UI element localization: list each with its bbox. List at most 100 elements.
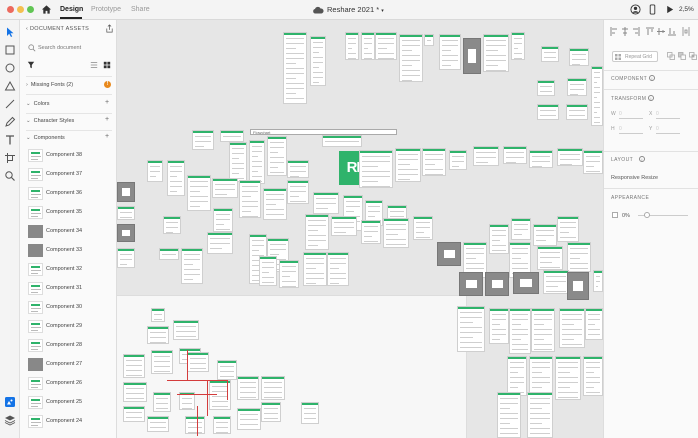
opacity-slider-knob[interactable]	[644, 212, 650, 218]
flowchart-node[interactable]	[301, 402, 319, 424]
artboard-thumbnail[interactable]	[117, 206, 135, 220]
minimize-window-button[interactable]	[17, 6, 24, 13]
tab-design[interactable]: Design	[60, 6, 83, 13]
component-item[interactable]: Component 29	[26, 318, 112, 335]
artboard-thumbnail[interactable]	[305, 214, 329, 250]
component-item[interactable]: Component 36	[26, 185, 112, 202]
boolean-add-icon[interactable]	[667, 52, 675, 60]
flowchart-node[interactable]	[147, 326, 169, 344]
artboard-thumbnail[interactable]	[287, 180, 309, 204]
flowchart-node[interactable]	[173, 320, 199, 340]
boolean-subtract-icon[interactable]	[678, 52, 686, 60]
export-icon[interactable]	[105, 24, 114, 33]
y-field[interactable]	[656, 133, 680, 134]
artboard-thumbnail[interactable]	[413, 216, 433, 240]
component-item[interactable]: Component 30	[26, 299, 112, 316]
section-missing-fonts[interactable]: › Missing Fonts (2)	[26, 82, 73, 88]
artboard-thumbnail[interactable]	[473, 146, 499, 166]
artboard-thumbnail[interactable]	[327, 252, 349, 286]
artboard-thumbnail[interactable]	[569, 48, 589, 66]
section-components[interactable]: ⌄ Components	[26, 135, 65, 141]
artboard-thumbnail[interactable]	[543, 270, 569, 294]
component-item[interactable]: Component 34	[26, 223, 112, 240]
add-character-style-button[interactable]: +	[105, 116, 109, 123]
artboard-thumbnail[interactable]	[541, 46, 559, 62]
artboard-thumbnail[interactable]	[361, 220, 381, 244]
artboard-thumbnail[interactable]	[167, 160, 185, 196]
flowchart-node[interactable]	[123, 382, 147, 402]
artboard-thumbnail[interactable]	[567, 272, 589, 300]
artboard-thumbnail[interactable]	[361, 32, 375, 60]
opacity-checkbox[interactable]	[612, 212, 618, 218]
artboard-thumbnail[interactable]	[181, 248, 203, 284]
add-color-button[interactable]: +	[105, 99, 109, 106]
flowchart-node[interactable]	[261, 402, 281, 422]
artboard-thumbnail[interactable]	[345, 32, 359, 60]
artboard-thumbnail[interactable]	[533, 224, 557, 246]
component-item[interactable]: Component 35	[26, 204, 112, 221]
artboard-thumbnail[interactable]	[283, 32, 307, 104]
artboard-thumbnail[interactable]	[212, 178, 238, 198]
artboard-thumbnail[interactable]	[537, 246, 563, 270]
home-icon[interactable]	[41, 4, 52, 15]
artboard-thumbnail[interactable]	[566, 104, 588, 120]
artboard-thumbnail[interactable]	[459, 272, 483, 296]
artboard-thumbnail[interactable]	[331, 216, 357, 236]
component-item[interactable]: Component 32	[26, 261, 112, 278]
section-character-styles[interactable]: ⌄ Character Styles	[26, 118, 74, 124]
align-top-icon[interactable]	[646, 27, 654, 36]
zoom-level[interactable]: 2,5%	[679, 6, 694, 13]
info-icon[interactable]: i	[649, 75, 655, 81]
artboard-thumbnail[interactable]	[529, 150, 553, 168]
pen-icon[interactable]	[4, 116, 16, 128]
artboard-thumbnail[interactable]	[117, 182, 135, 202]
x-field[interactable]	[656, 118, 680, 119]
flowchart-node[interactable]	[151, 308, 165, 322]
flowchart-node[interactable]	[237, 408, 261, 430]
component-item[interactable]: Component 24	[26, 413, 112, 430]
artboard-thumbnail[interactable]	[117, 248, 135, 268]
align-bottom-icon[interactable]	[668, 27, 676, 36]
artboard-thumbnail[interactable]	[537, 80, 555, 96]
rectangle-icon[interactable]	[4, 44, 16, 56]
artboard-thumbnail[interactable]	[489, 308, 509, 344]
artboard-thumbnail[interactable]	[163, 216, 181, 234]
grid-view-icon[interactable]	[103, 61, 111, 69]
artboard-thumbnail[interactable]	[559, 308, 585, 348]
flowchart-node[interactable]	[153, 392, 171, 412]
flowchart-node[interactable]	[213, 416, 231, 434]
artboard-thumbnail[interactable]	[322, 135, 362, 147]
artboard-thumbnail[interactable]	[399, 34, 423, 82]
artboard-thumbnail[interactable]	[557, 216, 579, 242]
artboard-thumbnail[interactable]	[383, 218, 409, 248]
artboard-thumbnail[interactable]	[437, 242, 461, 266]
flowchart-node[interactable]	[261, 376, 285, 400]
artboard-thumbnail[interactable]	[583, 356, 603, 396]
user-profile-icon[interactable]	[630, 4, 641, 15]
flowchart-node[interactable]	[185, 416, 205, 434]
artboard-thumbnail[interactable]	[555, 356, 581, 400]
component-item[interactable]: Component 25	[26, 394, 112, 411]
artboard-thumbnail[interactable]	[591, 66, 603, 126]
info-icon[interactable]: i	[639, 156, 645, 162]
section-colors[interactable]: ⌄ Colors	[26, 101, 50, 107]
list-view-icon[interactable]	[90, 61, 98, 69]
artboard-thumbnail[interactable]	[192, 130, 214, 150]
select-icon[interactable]	[4, 26, 16, 38]
artboard-thumbnail[interactable]	[457, 306, 485, 352]
artboard-thumbnail[interactable]	[557, 148, 583, 166]
artboard-thumbnail[interactable]	[463, 38, 481, 74]
triangle-icon[interactable]	[4, 80, 16, 92]
artboard-icon[interactable]	[4, 152, 16, 164]
ellipse-icon[interactable]	[4, 62, 16, 74]
artboard-thumbnail[interactable]	[583, 150, 603, 174]
component-item[interactable]: Component 37	[26, 166, 112, 183]
flowchart-node[interactable]	[123, 406, 145, 422]
artboard-thumbnail[interactable]	[159, 248, 179, 260]
flowchart-node[interactable]	[237, 376, 259, 400]
artboard-thumbnail[interactable]	[313, 192, 339, 214]
assets-panel-header[interactable]: ‹ DOCUMENT ASSETS	[26, 26, 89, 32]
artboard-thumbnail[interactable]	[267, 136, 287, 176]
artboard-thumbnail[interactable]	[229, 142, 247, 182]
artboard-thumbnail[interactable]	[527, 392, 553, 438]
